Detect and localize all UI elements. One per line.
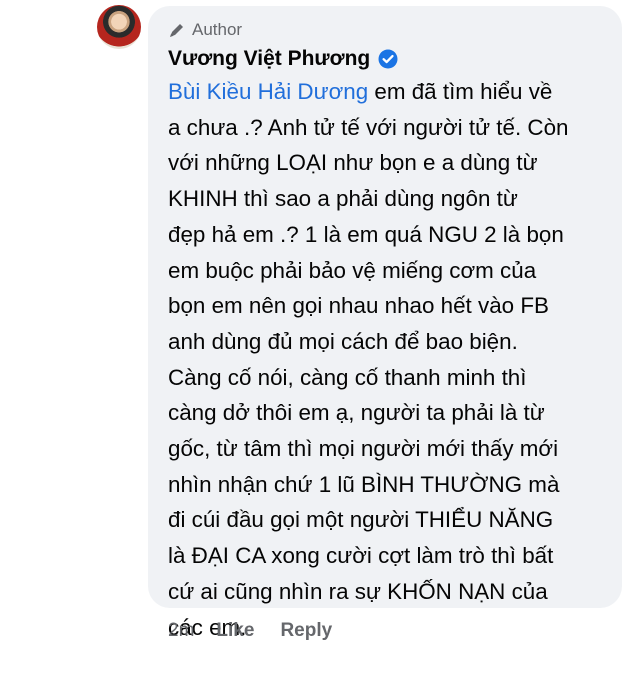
pencil-icon	[170, 24, 183, 37]
comment-text: Bùi Kiều Hải Dương em đã tìm hiểu về a c…	[168, 74, 612, 645]
comment: Author Vương Việt Phương Bùi Kiều Hải Dư…	[0, 0, 640, 693]
mention-link[interactable]: Bùi Kiều Hải Dương	[168, 79, 368, 104]
comment-line: đi cúi đầu gọi một người THIỂU NĂNG	[168, 507, 554, 533]
avatar[interactable]	[97, 5, 141, 49]
author-name[interactable]: Vương Việt Phương	[168, 47, 370, 71]
author-badge: Author	[168, 18, 242, 42]
comment-line: KHINH thì sao a phải dùng ngôn từ	[168, 186, 518, 212]
author-badge-label: Author	[192, 20, 243, 39]
comment-line: đẹp hả em .? 1 là em quá NGU 2 là bọn	[168, 221, 564, 247]
comment-line: càng dở thôi em ạ, người ta phải là từ	[168, 400, 545, 426]
comment-line: gốc, từ tâm thì mọi người mới thấy mới	[168, 436, 559, 462]
comment-line-first: Bùi Kiều Hải Dương em đã tìm hiểu về	[168, 74, 612, 110]
comment-actions: 2m Like Reply	[168, 617, 358, 645]
comment-line: nhìn nhận chứ 1 lũ BÌNH THƯỜNG mà	[168, 471, 560, 497]
comment-line: với những LOẠI như bọn e a dùng từ	[168, 150, 538, 176]
comment-line: a chưa .? Anh tử tế với người tử tế. Còn	[168, 114, 569, 140]
comment-line: cứ ai cũng nhìn ra sự KHỐN NẠN của	[168, 578, 548, 604]
reply-button[interactable]: Reply	[280, 620, 332, 642]
verified-check-icon	[378, 49, 398, 69]
comment-line: anh dùng đủ mọi cách để bao biện.	[168, 328, 518, 354]
comment-line: Càng cố nói, càng cố thanh minh thì	[168, 364, 527, 390]
comment-line: là ĐẠI CA xong cười cợt làm trò thì bất	[168, 543, 554, 569]
comment-line: em buộc phải bảo vệ miếng cơm của	[168, 257, 537, 283]
comment-timestamp[interactable]: 2m	[168, 620, 194, 642]
comment-line-first-rest: em đã tìm hiểu về	[368, 79, 553, 104]
comment-line: bọn em nên gọi nhau nhao hết vào FB	[168, 293, 549, 319]
like-button[interactable]: Like	[216, 620, 254, 642]
author-row: Vương Việt Phương	[168, 44, 398, 74]
